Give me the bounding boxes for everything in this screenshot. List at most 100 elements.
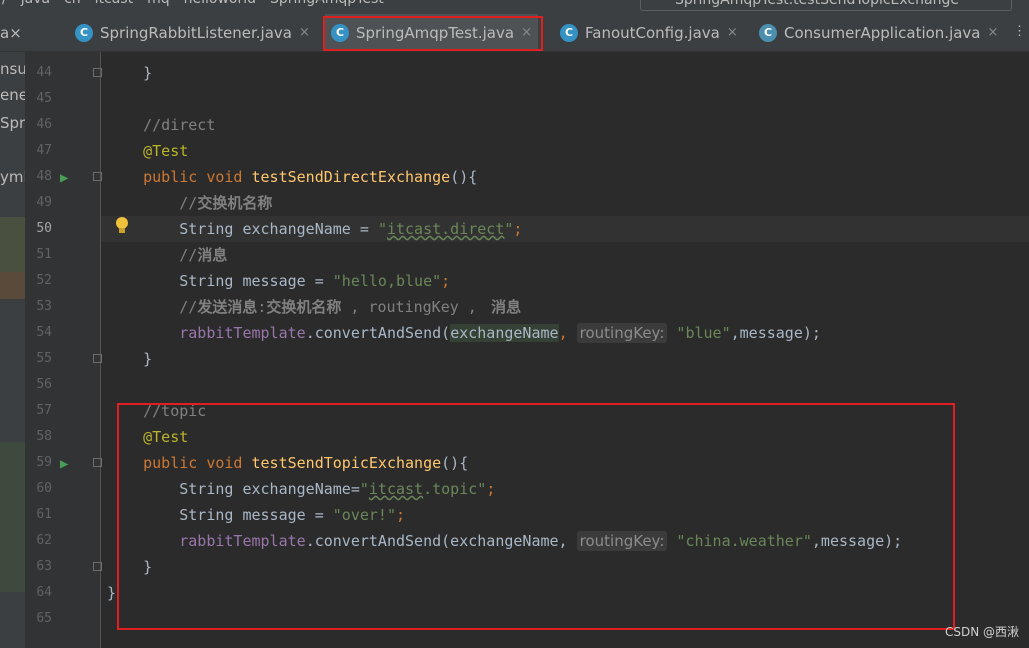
tab-label: FanoutConfig.java: [585, 23, 720, 42]
code-line: }: [107, 60, 152, 86]
code-token: @Test: [107, 142, 189, 160]
close-icon[interactable]: ×: [9, 24, 22, 42]
tab-label: ConsumerApplication.java: [784, 23, 981, 42]
code-token: testSendDirectExchange: [251, 168, 451, 186]
code-line: String exchangeName = "itcast.direct";: [107, 216, 522, 242]
project-tree-fragment[interactable]: ene: [0, 86, 25, 104]
close-icon[interactable]: ×: [988, 25, 999, 40]
code-token: itcast.direct: [386, 220, 505, 238]
code-line: }: [107, 346, 152, 372]
code-line: String message = "hello,blue";: [107, 268, 450, 294]
run-configuration-selector[interactable]: SpringAmqpTest.testSendTopicExchange: [640, 0, 1012, 11]
code-token: ": [377, 220, 387, 238]
tab-partial[interactable]: a ×: [0, 14, 22, 51]
line-number: 64: [36, 585, 52, 600]
tab-fanout-config[interactable]: C FanoutConfig.java ×: [560, 14, 738, 51]
highlight-annotation-code: [117, 403, 955, 630]
more-tabs-icon[interactable]: ⋮: [1013, 24, 1026, 39]
parameter-hint: routingKey:: [576, 323, 668, 343]
code-token: 消息: [485, 298, 522, 316]
fold-icon[interactable]: [93, 354, 102, 363]
tab-spring-rabbit-listener[interactable]: C SpringRabbitListener.java ×: [75, 14, 310, 51]
tree-selection-marker: [0, 272, 25, 299]
line-number: 50: [36, 221, 52, 236]
breadcrumb-item[interactable]: SpringAmqpTest: [270, 0, 384, 7]
code-token: "blue": [676, 324, 731, 342]
code-token: //direct: [107, 116, 216, 134]
tree-selection-marker: [0, 217, 25, 272]
spring-class-icon: C: [759, 23, 777, 42]
code-line: @Test: [107, 138, 188, 164]
code-token: //: [107, 194, 198, 212]
code-token: //: [107, 298, 198, 316]
code-token: 发送消息: [197, 298, 258, 316]
code-token: 消息: [197, 246, 228, 264]
gutter-divider: [100, 52, 101, 648]
run-test-icon[interactable]: ▶: [60, 170, 76, 186]
line-number: 62: [36, 533, 52, 548]
close-icon[interactable]: ×: [299, 25, 310, 40]
breadcrumb-item[interactable]: /: [2, 0, 7, 7]
line-number: 58: [36, 429, 52, 444]
breadcrumb-item[interactable]: cn: [64, 0, 81, 7]
project-tree-fragment[interactable]: nsu: [0, 60, 25, 78]
code-token: "hello,blue": [332, 272, 442, 290]
line-number: 57: [36, 403, 52, 418]
java-class-icon: C: [560, 23, 578, 42]
line-number: 65: [36, 611, 52, 626]
project-tool-window: nsu ene Spr yml yml: [0, 52, 25, 648]
code-token: , routingKey ,: [341, 298, 486, 316]
line-number: 48: [36, 169, 52, 184]
tab-label: SpringRabbitListener.java: [100, 23, 292, 42]
code-line: //消息: [107, 242, 227, 268]
close-icon[interactable]: ×: [727, 25, 738, 40]
code-token: //: [107, 246, 198, 264]
breadcrumb-item[interactable]: itcast: [95, 0, 133, 7]
highlight-annotation-tab: [323, 16, 543, 51]
tree-selection-marker: [0, 442, 25, 592]
fold-icon[interactable]: [93, 458, 102, 467]
fold-icon[interactable]: [93, 68, 102, 77]
breadcrumb-item[interactable]: mq: [147, 0, 170, 7]
code-line: public void testSendDirectExchange(){: [107, 164, 477, 190]
code-token: ;: [513, 220, 523, 238]
code-token: 交换机名称: [197, 194, 273, 212]
code-token: (){: [450, 168, 478, 186]
line-number: 56: [36, 377, 52, 392]
code-line: //交换机名称: [107, 190, 272, 216]
project-tree-fragment[interactable]: Spr: [0, 114, 25, 132]
line-number: 51: [36, 247, 52, 262]
project-tree-fragment[interactable]: yml: [0, 168, 25, 186]
code-token: String message =: [107, 272, 333, 290]
intention-bulb-icon[interactable]: [115, 217, 129, 235]
code-token: :: [257, 298, 267, 316]
line-number: 54: [36, 325, 52, 340]
breadcrumb-item[interactable]: helloworld: [184, 0, 256, 7]
code-line: rabbitTemplate.convertAndSend(exchangeNa…: [107, 320, 821, 346]
line-number: 45: [36, 91, 52, 106]
navigation-breadcrumb: /javacnitcastmqhelloworldSpringAmqpTest …: [0, 0, 1029, 14]
run-test-icon[interactable]: ▶: [60, 456, 76, 472]
code-line: }: [107, 580, 116, 606]
code-token: }: [107, 350, 153, 368]
line-number: 46: [36, 117, 52, 132]
fold-icon[interactable]: [93, 172, 102, 181]
breadcrumb-item[interactable]: java: [21, 0, 50, 7]
code-token: ,: [558, 324, 577, 342]
line-number: 55: [36, 351, 52, 366]
code-token: }: [107, 64, 153, 82]
line-number: 60: [36, 481, 52, 496]
java-class-icon: C: [75, 23, 93, 42]
line-number: 49: [36, 195, 52, 210]
code-token: ;: [441, 272, 451, 290]
line-number: 61: [36, 507, 52, 522]
line-number: 44: [36, 65, 52, 80]
fold-icon[interactable]: [93, 562, 102, 571]
tab-consumer-application[interactable]: C ConsumerApplication.java ×: [759, 14, 998, 51]
code-token: String exchangeName =: [107, 220, 378, 238]
line-number: 63: [36, 559, 52, 574]
code-line: //发送消息:交换机名称 , routingKey , 消息: [107, 294, 521, 320]
line-number: 53: [36, 299, 52, 314]
watermark: CSDN @西湫: [945, 625, 1020, 639]
